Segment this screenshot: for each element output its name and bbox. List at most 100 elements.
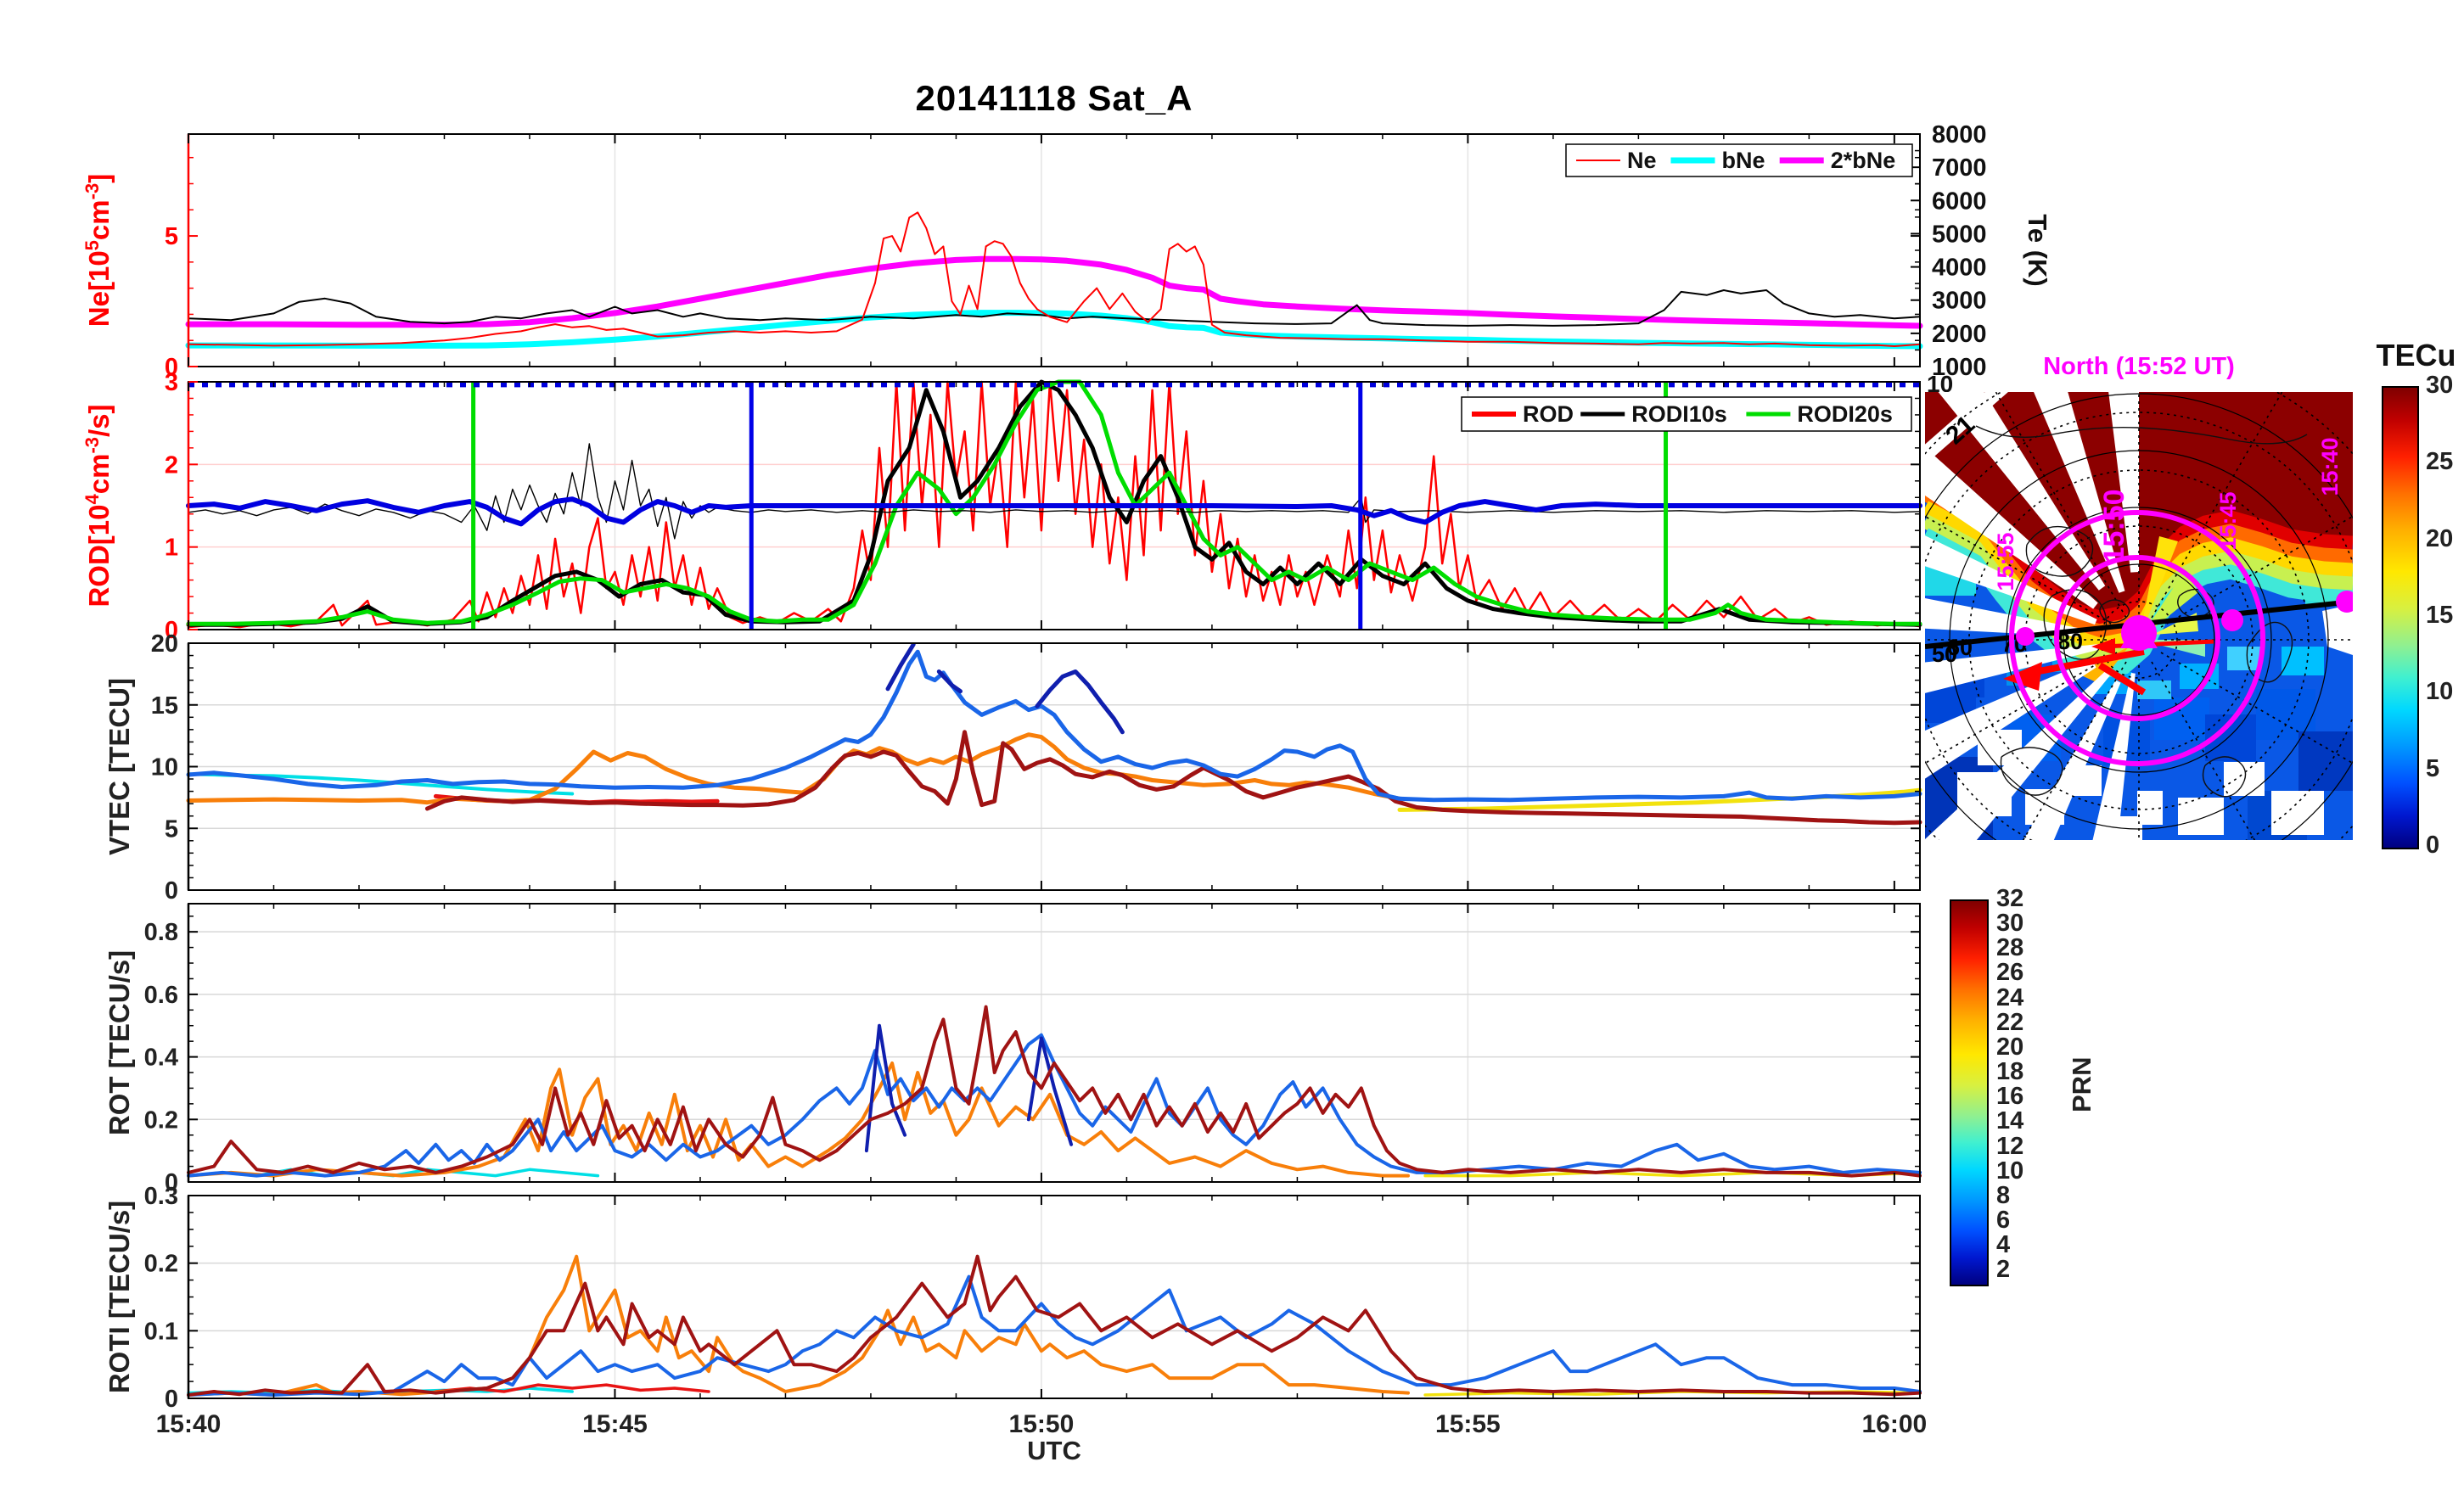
prn-tick-label: 12 — [1996, 1132, 2024, 1160]
epoch-time-label-text: 15:40 — [2317, 437, 2343, 496]
prn-tick-label: 32 — [1996, 885, 2024, 912]
y-axis-label-text: ROT [TECU/s] — [104, 950, 135, 1135]
y-tick-label: 0.8 — [144, 919, 178, 946]
tec-map: 215060 70 8015:55 15:50 15:4515:40 — [1925, 392, 2353, 840]
te-tick-label: 4000 — [1932, 255, 1987, 282]
y-axis-label: VTEC [TECU] — [104, 678, 135, 855]
prn-tick-label: 26 — [1996, 959, 2024, 987]
tecu-tick-label: 20 — [2426, 524, 2454, 552]
series-prn-blue — [187, 1274, 1922, 1397]
prn-tick-label: 4 — [1996, 1231, 2011, 1259]
y-tick-label: 5 — [165, 223, 178, 250]
x-tick-label: 15:55 — [1435, 1410, 1501, 1438]
y-tick-label: 5 — [165, 815, 178, 843]
tecu-colorbar-title: TECu — [2376, 338, 2456, 372]
tecu-tick-label: 25 — [2426, 448, 2454, 476]
map-nodata-patch — [1978, 730, 2022, 765]
tecu-tick-label: 15 — [2426, 602, 2454, 629]
prn-tick-label: 24 — [1996, 983, 2024, 1011]
y-axis-label: Ne[105cm-3] — [81, 174, 115, 327]
epoch-time-label: 15:50 — [2098, 490, 2130, 563]
prn-tick-label: 20 — [1996, 1033, 2024, 1061]
prn-tick-label: 28 — [1996, 934, 2024, 962]
legend-ne: Ne bNe 2*bNe — [1565, 143, 1913, 177]
y-tick-label: 20 — [151, 630, 178, 658]
prn-colorbar — [1950, 899, 1989, 1286]
epoch-time-label-text: 15:45 — [2215, 491, 2241, 550]
panel-rot: 00.20.40.60.8ROT [TECU/s] — [104, 903, 1922, 1196]
y-axis-label: ROD[104cm-3/s] — [81, 404, 115, 607]
tecu-tick-label: 30 — [2426, 372, 2454, 399]
epoch-dot-1555 — [2016, 627, 2035, 646]
y-tick-label: 0.2 — [144, 1106, 178, 1134]
epoch-time-label-text: 15:55 — [1993, 532, 2018, 591]
panel-frame — [188, 903, 1921, 1183]
figure-canvas: 0510002000300040005000600070008000Te (K)… — [81, 121, 2353, 1438]
map-nodata-patch — [2224, 762, 2265, 796]
series-prn-orange — [186, 732, 1402, 805]
series-prn-blue — [186, 649, 1922, 803]
y-axis-label: ROTI [TECU/s] — [104, 1201, 135, 1393]
te-tick-label: 8000 — [1932, 121, 1987, 148]
map-nodata-patch — [2178, 798, 2224, 835]
legend-label: ROD — [1523, 401, 1574, 427]
te-axis-label: Te (K) — [2023, 214, 2052, 287]
figure-root: 0 5 10 0 0 2000 3000 4000 5000 6000 7000 8000 Te (K)… — [0, 0, 2464, 1490]
epoch-time-label: 15:55 — [1993, 532, 2018, 591]
legend-rod: ROD RODI10s RODI20s — [1461, 396, 1912, 432]
y-tick-label: 0 — [165, 1386, 178, 1413]
prn-tick-label: 10 — [1996, 1157, 2024, 1185]
map-title: North (15:52 UT) — [2043, 353, 2235, 380]
y-tick-label: 0 — [165, 877, 178, 905]
tecu-colorbar — [2382, 386, 2419, 849]
te-tick-label: 6000 — [1932, 188, 1987, 215]
panel-frame — [188, 1195, 1921, 1399]
y-axis-label-text: VTEC [TECU] — [104, 678, 135, 855]
lat-label: 60 — [1947, 635, 1973, 660]
prn-tick-label: 8 — [1996, 1181, 2011, 1209]
y-tick-label: 3 — [165, 369, 178, 396]
legend-label: 2*bNe — [1831, 148, 1896, 173]
prn-tick-label: 6 — [1996, 1207, 2011, 1235]
y-axis-label-text: Ne[105cm-3] — [81, 174, 115, 327]
series-noise-trace — [188, 443, 1921, 540]
map-nodata-patch — [2068, 765, 2102, 796]
series-prn-darkred — [187, 1254, 1922, 1397]
legend-label: RODI20s — [1797, 401, 1893, 427]
map-content: 215060 70 8015:55 15:50 15:4515:40 — [1925, 392, 2353, 840]
epoch-dot-1540 — [2336, 591, 2353, 613]
figure-title: 20141118 Sat_A — [915, 78, 1193, 118]
panel-roti: 0 0.1 0.2 0.3 ROTI [TECU/s] 15:40 15:45 15:50 15… — [104, 1183, 1927, 1438]
series-prn-darkred — [424, 730, 1922, 826]
y-tick-label: 1 — [165, 535, 178, 562]
y-tick-label: 0.1 — [144, 1318, 178, 1345]
map-pixel-patch — [2298, 731, 2353, 791]
tecu-tick-label: 10 — [2426, 678, 2454, 706]
x-tick-label: 15:50 — [1009, 1410, 1075, 1438]
prn-tick-label: 30 — [1996, 910, 2024, 938]
y-tick-label: 0.3 — [144, 1183, 178, 1210]
te-tick-label: 3000 — [1932, 288, 1987, 315]
lat-label: 80 — [2057, 629, 2083, 654]
prn-tick-label: 22 — [1996, 1008, 2024, 1036]
y-axis-label-text: ROTI [TECU/s] — [104, 1201, 135, 1393]
x-tick-label: 15:45 — [582, 1410, 648, 1438]
y-tick-label: 10 — [151, 754, 178, 781]
epoch-time-label-text: 15:50 — [2098, 490, 2130, 563]
map-pixel-patch — [2227, 647, 2261, 670]
x-tick-label: 15:40 — [156, 1410, 222, 1438]
y-tick-label: 0.2 — [144, 1251, 178, 1278]
prn-tick-label: 18 — [1996, 1058, 2024, 1086]
tecu-tick-label: 5 — [2426, 754, 2440, 782]
te-tick-label: 2000 — [1932, 321, 1987, 348]
y-axis-label-text: ROD[104cm-3/s] — [81, 404, 115, 607]
x-axis-label: UTC — [1027, 1436, 1081, 1465]
te-tick-label: 5000 — [1932, 221, 1987, 248]
y-tick-label: 0.6 — [144, 982, 178, 1009]
y-tick-label: 0.4 — [144, 1045, 178, 1072]
epoch-dot-1545 — [2221, 609, 2243, 631]
y-tick-label: 15 — [151, 692, 178, 720]
y-tick-label: 2 — [165, 451, 178, 479]
epoch-time-label: 15:45 — [2215, 491, 2241, 550]
x-tick-label: 16:00 — [1861, 1410, 1927, 1438]
